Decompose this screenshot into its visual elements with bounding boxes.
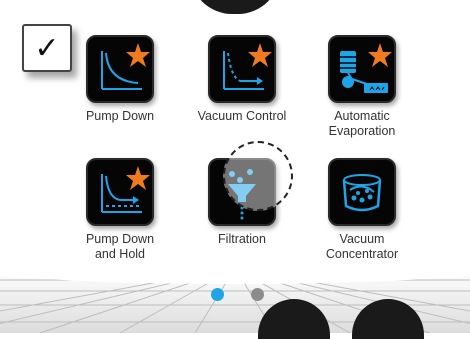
select-checkbox[interactable]: ✓	[22, 24, 72, 72]
vacuum-concentrator-icon	[342, 174, 382, 212]
star-icon	[126, 166, 150, 190]
pump-down-hold-tile[interactable]	[86, 158, 154, 226]
method-label: Vacuum Concentrator	[325, 232, 399, 261]
method-vacuum-control[interactable]: Vacuum Control	[177, 35, 307, 124]
checkmark-icon: ✓	[34, 31, 60, 65]
vacuum-control-tile[interactable]	[208, 35, 276, 103]
pump-down-curve-icon	[101, 43, 150, 90]
star-icon	[126, 43, 150, 67]
star-icon	[248, 43, 272, 67]
method-pump-down[interactable]: Pump Down	[55, 35, 185, 124]
vacuum-control-curve-icon	[223, 43, 272, 90]
automatic-evaporation-icon	[340, 43, 392, 93]
method-label: Automatic Evaporation	[328, 109, 396, 138]
touch-focus-indicator	[223, 141, 293, 211]
method-vacuum-concentrator[interactable]: Vacuum Concentrator	[297, 158, 427, 262]
method-automatic-evaporation[interactable]: Automatic Evaporation	[297, 35, 427, 139]
method-label: Vacuum Control	[197, 109, 287, 123]
page-dot-active[interactable]	[211, 288, 224, 301]
star-icon	[368, 43, 392, 67]
pump-down-hold-curve-icon	[101, 166, 150, 213]
method-label: Filtration	[218, 232, 266, 246]
pump-down-tile[interactable]	[86, 35, 154, 103]
automatic-evaporation-tile[interactable]	[328, 35, 396, 103]
method-pump-down-and-hold[interactable]: Pump Down and Hold	[55, 158, 185, 262]
page-dot-inactive[interactable]	[251, 288, 264, 301]
method-label: Pump Down and Hold	[85, 232, 155, 261]
method-label: Pump Down	[85, 109, 155, 123]
vacuum-concentrator-tile[interactable]	[328, 158, 396, 226]
